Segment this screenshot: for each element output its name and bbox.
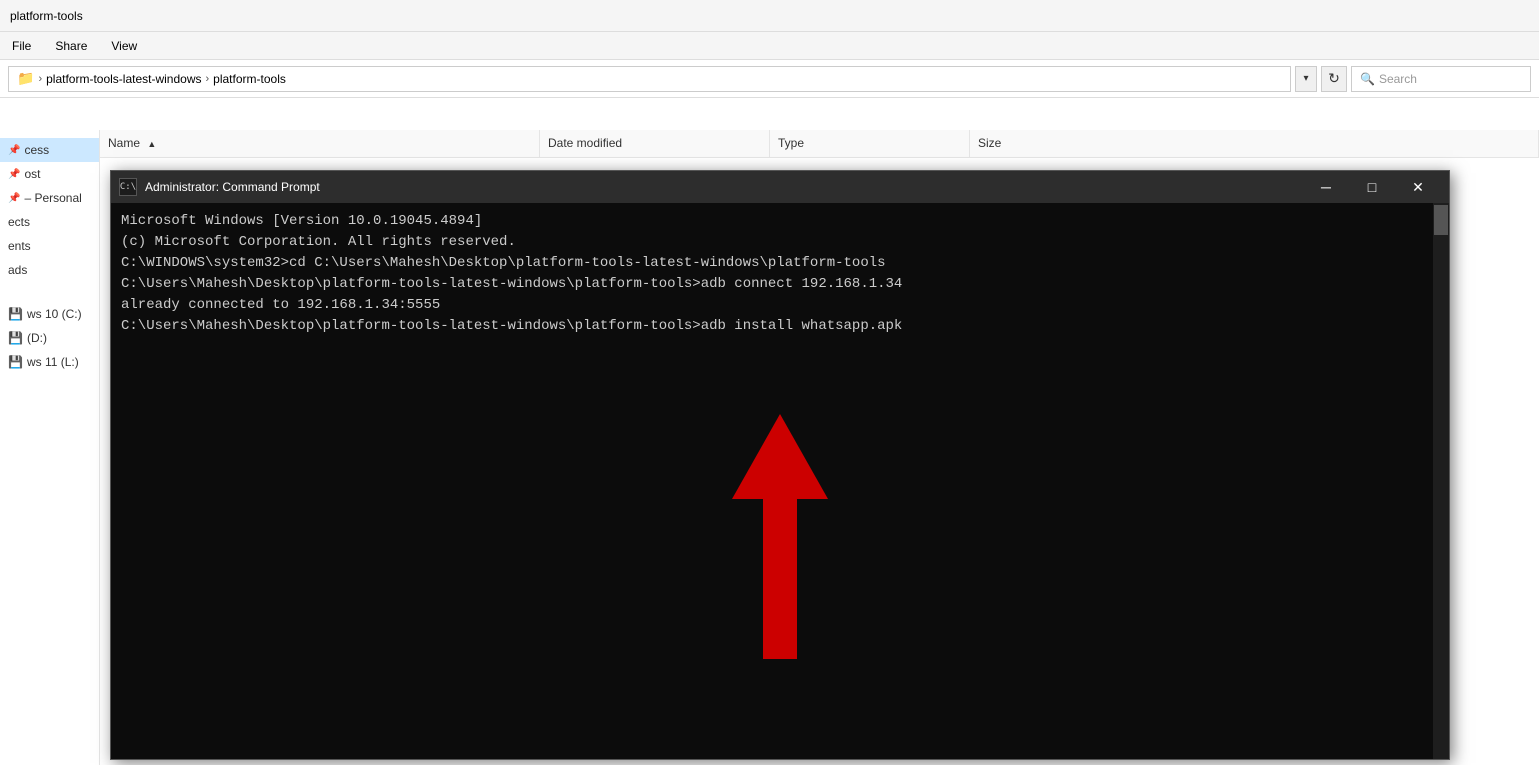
cmd-titlebar: C:\ Administrator: Command Prompt ─ □ ✕ — [111, 171, 1449, 203]
sidebar-item-d-drive[interactable]: 💾 (D:) — [0, 326, 99, 350]
arrow-head — [732, 414, 828, 499]
sidebar-pin-icon-3: 📌 — [8, 193, 20, 204]
cmd-line-7: already connected to 192.168.1.34:5555 — [121, 295, 1439, 316]
breadcrumb-sep-1: › — [38, 73, 42, 85]
sidebar-item-ects[interactable]: ects — [0, 210, 99, 234]
sidebar-item-label-d: (D:) — [27, 331, 47, 345]
cmd-controls: ─ □ ✕ — [1303, 171, 1441, 203]
cmd-window: C:\ Administrator: Command Prompt ─ □ ✕ … — [110, 170, 1450, 760]
col-name-label: Name — [108, 136, 140, 150]
cmd-window-title: Administrator: Command Prompt — [145, 180, 1295, 194]
sidebar-item-label-l: ws 11 (L:) — [27, 355, 79, 369]
col-size[interactable]: Size — [970, 130, 1539, 157]
sidebar-item-label-c: ws 10 (C:) — [27, 307, 82, 321]
sidebar-item-personal[interactable]: 📌 – Personal — [0, 186, 99, 210]
sidebar-item-label-personal: – Personal — [24, 191, 81, 205]
sidebar-item-label-ost: ost — [24, 167, 40, 181]
arrow-shaft — [763, 499, 797, 659]
col-size-label: Size — [978, 136, 1001, 150]
cmd-scrollbar[interactable] — [1433, 203, 1449, 759]
sidebar-item-c-drive[interactable]: 💾 ws 10 (C:) — [0, 302, 99, 326]
address-dropdown-button[interactable]: ▾ — [1295, 66, 1317, 92]
sidebar-item-l-drive[interactable]: 💾 ws 11 (L:) — [0, 350, 99, 374]
search-placeholder: Search — [1379, 72, 1417, 86]
menu-share[interactable]: Share — [51, 37, 91, 55]
drive-icon-l: 💾 — [8, 355, 23, 369]
sidebar-item-ads[interactable]: ads — [0, 258, 99, 282]
cmd-maximize-button[interactable]: □ — [1349, 171, 1395, 203]
col-type[interactable]: Type — [770, 130, 970, 157]
sidebar-item-label-ads: ads — [8, 263, 27, 277]
col-date-label: Date modified — [548, 136, 622, 150]
cmd-minimize-button[interactable]: ─ — [1303, 171, 1349, 203]
search-icon: 🔍 — [1360, 72, 1375, 86]
drive-icon-d: 💾 — [8, 331, 23, 345]
col-type-label: Type — [778, 136, 804, 150]
refresh-button[interactable]: ↻ — [1321, 66, 1347, 92]
address-bar: 📁 › platform-tools-latest-windows › plat… — [0, 60, 1539, 98]
menu-file[interactable]: File — [8, 37, 35, 55]
cmd-line-2: (c) Microsoft Corporation. All rights re… — [121, 232, 1439, 253]
menu-bar: File Share View — [0, 32, 1539, 60]
sidebar-item-label: cess — [24, 143, 49, 157]
breadcrumb-part-2[interactable]: platform-tools — [213, 72, 286, 86]
explorer-window: platform-tools File Share View 📁 › platf… — [0, 0, 1539, 765]
sort-icon: ▲ — [147, 139, 156, 149]
cmd-line-4: C:\WINDOWS\system32>cd C:\Users\Mahesh\D… — [121, 253, 1439, 274]
drive-icon-c: 💾 — [8, 307, 23, 321]
sidebar-item-cess[interactable]: 📌 cess — [0, 138, 99, 162]
breadcrumb[interactable]: 📁 › platform-tools-latest-windows › plat… — [8, 66, 1291, 92]
cmd-line-1: Microsoft Windows [Version 10.0.19045.48… — [121, 211, 1439, 232]
search-box[interactable]: 🔍 Search — [1351, 66, 1531, 92]
sidebar-item-ost[interactable]: 📌 ost — [0, 162, 99, 186]
col-date[interactable]: Date modified — [540, 130, 770, 157]
col-name[interactable]: Name ▲ — [100, 130, 540, 157]
sidebar-item-label-ents: ents — [8, 239, 31, 253]
sidebar-pin-icon: 📌 — [8, 145, 20, 156]
menu-view[interactable]: View — [107, 37, 141, 55]
window-title: platform-tools — [10, 9, 83, 23]
cmd-scroll-thumb[interactable] — [1434, 205, 1448, 235]
cmd-content[interactable]: Microsoft Windows [Version 10.0.19045.48… — [111, 203, 1449, 759]
sidebar-item-ents[interactable]: ents — [0, 234, 99, 258]
red-arrow-annotation — [732, 414, 828, 659]
cmd-close-button[interactable]: ✕ — [1395, 171, 1441, 203]
sidebar-pin-icon-2: 📌 — [8, 169, 20, 180]
breadcrumb-sep-2: › — [206, 73, 210, 85]
title-bar: platform-tools — [0, 0, 1539, 32]
cmd-line-9: C:\Users\Mahesh\Desktop\platform-tools-l… — [121, 316, 1439, 337]
cmd-app-icon: C:\ — [119, 178, 137, 196]
sidebar-item-label-ects: ects — [8, 215, 30, 229]
cmd-line-6: C:\Users\Mahesh\Desktop\platform-tools-l… — [121, 274, 1439, 295]
sidebar: 📌 cess 📌 ost 📌 – Personal ects ents ads … — [0, 130, 100, 765]
file-list-header: Name ▲ Date modified Type Size — [100, 130, 1539, 158]
breadcrumb-part-1[interactable]: platform-tools-latest-windows — [46, 72, 201, 86]
folder-icon: 📁 — [17, 70, 34, 87]
